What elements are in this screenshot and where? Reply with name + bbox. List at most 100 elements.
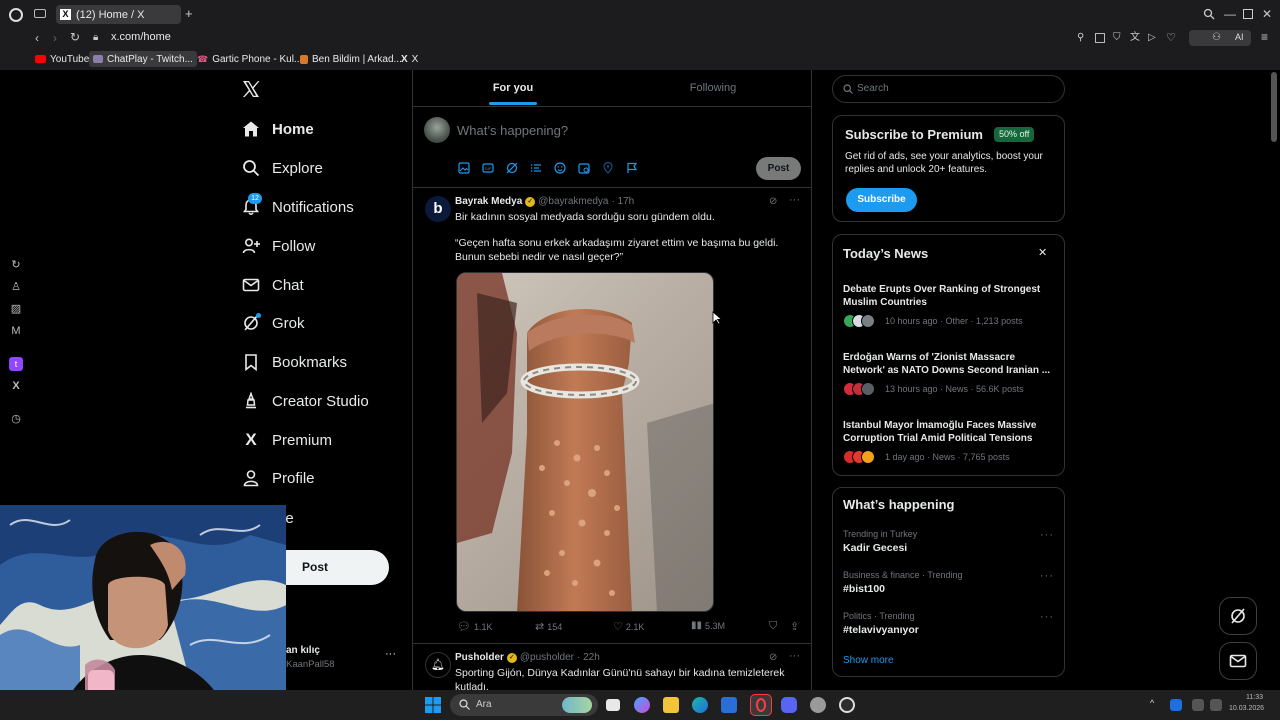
copilot-icon[interactable] [634,697,650,713]
menu-icon[interactable]: ≡ [1261,31,1268,43]
grok-tool-icon[interactable] [506,162,520,176]
profile-icon[interactable]: ⚇ [1212,32,1221,44]
browser-tab-home[interactable]: X (12) Home / X [56,5,181,24]
clock-date[interactable]: 10.03.2026 [1229,705,1264,712]
tweet-more-icon[interactable]: ··· [789,650,800,662]
reload-icon[interactable]: ↻ [70,31,80,43]
minimize-icon[interactable]: — [1224,8,1236,20]
opera-taskbar-icon[interactable] [750,694,772,716]
trend-item[interactable]: Trending in Turkey Kadir Gecesi ··· [833,526,1064,562]
nav-explore[interactable]: Explore [241,154,323,182]
floating-messages-button[interactable] [1219,642,1257,680]
trend-more-icon[interactable]: ··· [1040,611,1054,623]
url-field[interactable]: x.com/home [111,31,171,43]
store-icon[interactable] [721,697,737,713]
heart-icon[interactable]: ♡ [1166,32,1176,44]
tab-island-icon[interactable] [34,9,46,18]
tweet-time[interactable]: · 22h [577,652,600,663]
wallet-icon[interactable]: ▨ [9,302,23,316]
like-action[interactable]: ♡ 2.1K [613,620,644,633]
flag-icon[interactable] [626,162,640,176]
history-icon[interactable]: ↻ [9,258,23,272]
search-tabs-icon[interactable] [1203,8,1215,20]
twitch-icon[interactable]: t [9,357,23,371]
repost-action[interactable]: ⇄ 154 [535,620,562,633]
restore-icon[interactable] [1243,9,1253,19]
emoji-icon[interactable] [554,162,568,176]
tab-following[interactable]: Following [613,70,811,106]
trend-more-icon[interactable]: ··· [1040,570,1054,582]
views-action[interactable]: ▮▮ 5.3M [691,620,725,631]
tweet-time[interactable]: · 17h [611,196,634,207]
nav-bookmarks[interactable]: Bookmarks [241,348,347,376]
search-input[interactable]: Search [832,75,1065,103]
tweet[interactable]: 🔔︎ Pusholder ✓ @pusholder · 22h ⊘ ··· Sp… [413,644,811,690]
clock-icon[interactable]: ◷ [9,412,23,426]
obs-icon[interactable] [839,697,855,713]
tweet-more-icon[interactable]: ··· [789,194,800,206]
location-icon[interactable] [602,162,616,176]
image-icon[interactable] [458,162,472,176]
tweet-author-name[interactable]: Pusholder [455,652,504,663]
translate-icon[interactable]: 文 [1130,32,1140,44]
tweet-avatar[interactable]: 🔔︎ [425,652,451,678]
nav-creator-studio[interactable]: Creator Studio [241,387,369,415]
tweet-image[interactable] [456,272,714,612]
network-icon[interactable] [1192,699,1204,711]
tweet[interactable]: b Bayrak Medya ✓ @bayrakmedya · 17h ⊘ ··… [413,188,811,640]
bookmark-x[interactable]: X X [397,51,422,67]
forward-icon[interactable]: › [53,32,57,44]
messenger-icon[interactable]: M [9,324,23,338]
discord-icon[interactable] [781,697,797,713]
page-scrollbar[interactable] [1271,72,1277,142]
tweet-author-handle[interactable]: @bayrakmedya [538,196,608,207]
trend-more-icon[interactable]: ··· [1040,529,1054,541]
nav-premium[interactable]: X Premium [241,426,332,454]
clock-time[interactable]: 11:33 [1246,694,1263,701]
bookmark-benbildim[interactable]: Ben Bildim | Arkad... [296,51,406,67]
poll-icon[interactable] [530,162,544,176]
tab-for-you[interactable]: For you [413,70,613,106]
composer-post-button[interactable]: Post [756,157,801,180]
grok-explain-icon[interactable]: ⊘ [769,652,777,663]
share-icon[interactable]: ⇪ [790,620,799,633]
grok-explain-icon[interactable]: ⊘ [769,196,777,207]
trend-item[interactable]: Business & finance · Trending #bist100 ·… [833,567,1064,603]
bookmark-youtube[interactable]: YouTube [31,51,93,67]
bookmark-chatplay[interactable]: ChatPlay - Twitch... [89,51,197,67]
tray-overflow-icon[interactable]: ^ [1150,698,1154,708]
schedule-icon[interactable] [578,162,592,176]
news-item[interactable]: Istanbul Mayor İmamoğlu Faces Massive Co… [833,417,1064,467]
tweet-author-handle[interactable]: @pusholder [520,652,574,663]
gif-icon[interactable]: GIF [482,162,496,176]
nav-follow[interactable]: Follow [241,232,315,260]
edge-icon[interactable] [692,697,708,713]
tweet-avatar[interactable]: b [425,196,451,222]
nav-home[interactable]: Home [241,115,314,143]
snapshot-icon[interactable] [1095,33,1105,43]
tweet-author-name[interactable]: Bayrak Medya [455,196,522,207]
news-item[interactable]: Erdoğan Warns of 'Zionist Massacre Netwo… [833,349,1064,399]
floating-grok-button[interactable] [1219,597,1257,635]
taskview-icon[interactable] [606,699,620,711]
nav-grok[interactable]: Grok [241,309,305,337]
news-item[interactable]: Debate Erupts Over Ranking of Strongest … [833,281,1064,331]
volume-icon[interactable] [1210,699,1222,711]
nav-notifications[interactable]: 12 Notifications [241,193,354,221]
close-icon[interactable]: ✕ [1038,246,1047,259]
show-more-link[interactable]: Show more [843,655,894,666]
play-icon[interactable]: ▷ [1148,32,1156,44]
composer-input[interactable]: What’s happening? [457,123,568,138]
x-logo-icon[interactable] [242,80,262,100]
app-icon[interactable] [810,697,826,713]
reply-action[interactable]: 💬︎ 1.1K [457,620,492,633]
file-explorer-icon[interactable] [663,697,679,713]
opera-logo-icon[interactable] [9,8,23,22]
trend-item[interactable]: Politics · Trending #telavivyanıyor ··· [833,608,1064,644]
new-tab-icon[interactable]: + [185,7,193,20]
bookmark-tweet-icon[interactable]: ⛉ [769,620,777,633]
back-icon[interactable]: ‹ [35,32,39,44]
x-sidebar-icon[interactable]: X [9,379,23,393]
bookmark-gartic[interactable]: ☎ Gartic Phone - Kul... [193,51,306,67]
composer-avatar[interactable] [424,117,450,143]
